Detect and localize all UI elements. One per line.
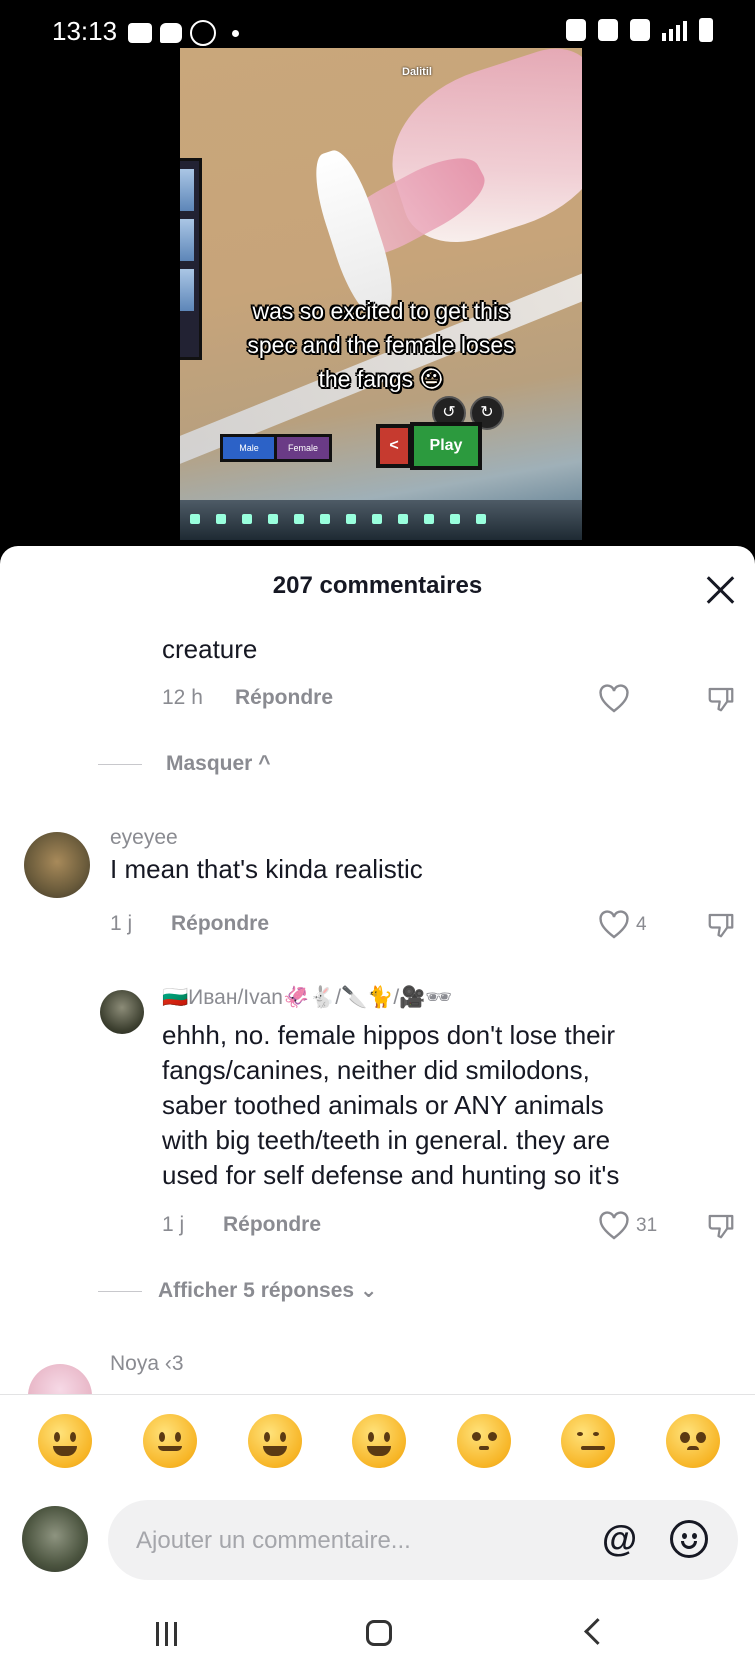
female-button: Female bbox=[274, 434, 332, 462]
message-icon bbox=[160, 23, 182, 43]
more-notifications-icon bbox=[232, 29, 239, 37]
tears-of-joy-emoji-icon[interactable] bbox=[352, 1414, 406, 1468]
smirking-emoji-icon[interactable] bbox=[561, 1414, 615, 1468]
video-player[interactable]: Dalitil was so excited to get this spec … bbox=[180, 48, 582, 540]
reply-button[interactable]: Répondre bbox=[171, 912, 269, 936]
show-replies-button[interactable]: Afficher 5 réponses ⌄ bbox=[158, 1278, 378, 1303]
mention-button[interactable]: @ bbox=[602, 1518, 637, 1560]
avatar[interactable] bbox=[24, 832, 90, 898]
back-icon[interactable] bbox=[584, 1618, 611, 1645]
comment-time: 1 j bbox=[110, 912, 133, 935]
comment-text-line-1: ehhh, no. female hippos don't lose their bbox=[162, 1020, 616, 1050]
close-icon[interactable] bbox=[704, 574, 736, 606]
game-creature-name: Dalitil bbox=[402, 66, 432, 78]
comments-count-title: 207 commentaires bbox=[272, 572, 483, 599]
my-avatar[interactable] bbox=[22, 1506, 88, 1572]
android-nav-bar bbox=[0, 1598, 755, 1675]
comment-username[interactable]: Noya ‹3 bbox=[110, 1352, 184, 1376]
smiling-hearts-emoji-icon[interactable] bbox=[143, 1414, 197, 1468]
comment-time: 12 h bbox=[162, 686, 203, 709]
home-icon[interactable] bbox=[366, 1620, 392, 1646]
video-caption-line-1: was so excited to get this bbox=[252, 298, 510, 324]
comment-text-line-5: used for self defense and hunting so it'… bbox=[162, 1160, 620, 1190]
pleading-emoji-icon[interactable] bbox=[666, 1414, 720, 1468]
comment-text: I mean that's kinda realistic bbox=[110, 854, 423, 884]
reply-button[interactable]: Répondre bbox=[223, 1213, 321, 1237]
comment-username[interactable]: 🇧🇬Иван/Ivan🦑🐇/🔪🐈/🎥🕶 bbox=[162, 986, 452, 1010]
play-button: Play bbox=[410, 422, 482, 470]
video-caption-line-3: the fangs 😐 bbox=[318, 366, 444, 392]
divider-line bbox=[98, 1291, 142, 1292]
recent-apps-icon[interactable] bbox=[156, 1622, 184, 1646]
heart-icon[interactable] bbox=[598, 910, 630, 940]
alarm-icon bbox=[566, 19, 586, 41]
taskbar bbox=[180, 500, 582, 540]
avatar[interactable] bbox=[100, 990, 144, 1034]
like-count: 31 bbox=[636, 1215, 658, 1236]
dislike-icon[interactable] bbox=[706, 684, 736, 714]
youtube-icon bbox=[128, 23, 152, 43]
heart-icon[interactable] bbox=[598, 684, 630, 714]
system-icons bbox=[566, 18, 713, 42]
heart-icon[interactable] bbox=[598, 1211, 630, 1241]
emoji-picker-icon[interactable] bbox=[670, 1520, 708, 1558]
comment-username[interactable]: eyeyee bbox=[110, 826, 178, 850]
comment-text: creature bbox=[162, 634, 258, 664]
mute-icon bbox=[630, 19, 650, 41]
dislike-icon[interactable] bbox=[706, 910, 736, 940]
grinning-sweat-emoji-icon[interactable] bbox=[38, 1414, 92, 1468]
comments-sheet: 207 commentaires creature 12 h Répondre … bbox=[0, 546, 755, 1675]
comment-input[interactable] bbox=[134, 1500, 578, 1582]
comment-text-line-3: saber toothed animals or ANY animals bbox=[162, 1090, 604, 1120]
comment-time: 1 j bbox=[162, 1213, 185, 1236]
like-count: 4 bbox=[636, 914, 647, 935]
flushed-emoji-icon[interactable] bbox=[457, 1414, 511, 1468]
dislike-icon[interactable] bbox=[706, 1211, 736, 1241]
divider-line bbox=[98, 764, 142, 765]
comment-text-line-4: with big teeth/teeth in general. they ar… bbox=[162, 1125, 611, 1155]
comment-text-line-2: fangs/canines, neither did smilodons, bbox=[162, 1055, 590, 1085]
status-time: 13:13 bbox=[52, 16, 118, 46]
male-button: Male bbox=[220, 434, 278, 462]
emoji-shortcuts bbox=[0, 1414, 755, 1478]
beaming-emoji-icon[interactable] bbox=[248, 1414, 302, 1468]
app-notification-icon bbox=[190, 20, 216, 46]
signal-icon bbox=[662, 19, 687, 41]
video-caption-line-2: spec and the female loses bbox=[247, 332, 515, 358]
clock-icon bbox=[598, 19, 618, 41]
back-button: < bbox=[376, 424, 412, 468]
comment-input-container[interactable]: @ bbox=[108, 1500, 738, 1582]
notification-icons bbox=[128, 20, 239, 46]
battery-icon bbox=[699, 18, 713, 42]
reply-button[interactable]: Répondre bbox=[235, 686, 333, 710]
hide-replies-button[interactable]: Masquer ^ bbox=[166, 752, 270, 776]
